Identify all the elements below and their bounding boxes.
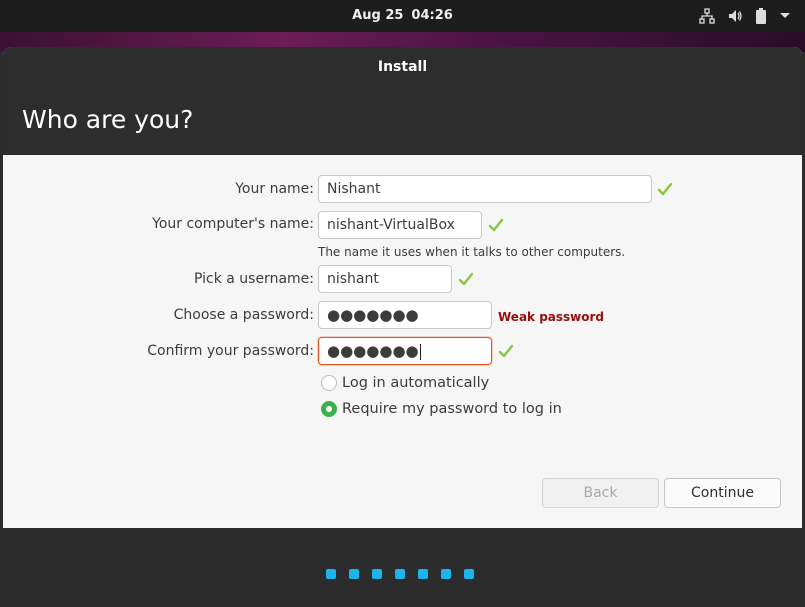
network-wired-icon[interactable] <box>699 8 715 24</box>
continue-button[interactable]: Continue <box>664 478 781 508</box>
installer-window: Install Who are you? Your name: Nishant … <box>3 47 802 604</box>
computer-name-label: Your computer's name: <box>152 216 314 232</box>
name-input[interactable]: Nishant <box>318 175 652 203</box>
login-automatically-option[interactable]: Log in automatically <box>321 375 489 391</box>
username-input[interactable]: nishant <box>318 265 452 293</box>
password-dots: ●●●●●●● <box>327 306 419 324</box>
username-label: Pick a username: <box>193 271 314 287</box>
progress-dot <box>418 569 428 579</box>
system-tray[interactable] <box>699 0 791 32</box>
require-password-option[interactable]: Require my password to log in <box>321 401 562 417</box>
check-icon <box>498 344 514 358</box>
progress-dot <box>326 569 336 579</box>
computer-name-hint: The name it uses when it talks to other … <box>318 245 626 259</box>
confirm-password-label: Confirm your password: <box>147 343 314 359</box>
time-text: 04:26 <box>411 8 453 23</box>
progress-dot <box>441 569 451 579</box>
back-button[interactable]: Back <box>542 478 659 508</box>
require-password-label: Require my password to log in <box>342 401 562 417</box>
top-bar: Aug 25 04:26 <box>0 0 805 32</box>
volume-icon[interactable] <box>727 8 743 24</box>
password-label: Choose a password: <box>173 307 314 323</box>
check-icon <box>458 272 474 286</box>
battery-icon[interactable] <box>755 8 767 24</box>
radio-button-off[interactable] <box>321 375 337 391</box>
slideshow-footer <box>3 528 802 604</box>
password-strength: Weak password <box>498 310 605 324</box>
page-title: Who are you? <box>22 105 194 134</box>
name-label: Your name: <box>235 181 314 197</box>
check-icon <box>657 182 673 196</box>
confirm-password-input[interactable]: ●●●●●●● <box>318 337 492 365</box>
radio-button-on[interactable] <box>321 401 337 417</box>
chevron-down-icon[interactable] <box>779 12 791 20</box>
progress-dot <box>464 569 474 579</box>
header-bar: Install Who are you? <box>3 47 802 155</box>
progress-dot <box>395 569 405 579</box>
progress-dots <box>326 569 474 579</box>
text-caret <box>419 344 421 360</box>
check-icon <box>488 218 504 232</box>
computer-name-input[interactable]: nishant-VirtualBox <box>318 211 482 239</box>
date-text: Aug 25 <box>352 8 404 23</box>
login-automatically-label: Log in automatically <box>342 375 490 391</box>
clock[interactable]: Aug 25 04:26 <box>0 0 805 32</box>
user-form: Your name: Nishant Your computer's name:… <box>3 155 802 528</box>
progress-dot <box>372 569 382 579</box>
window-title: Install <box>377 59 428 75</box>
confirm-password-dots: ●●●●●●● <box>327 342 419 360</box>
password-input[interactable]: ●●●●●●● <box>318 301 492 329</box>
progress-dot <box>349 569 359 579</box>
